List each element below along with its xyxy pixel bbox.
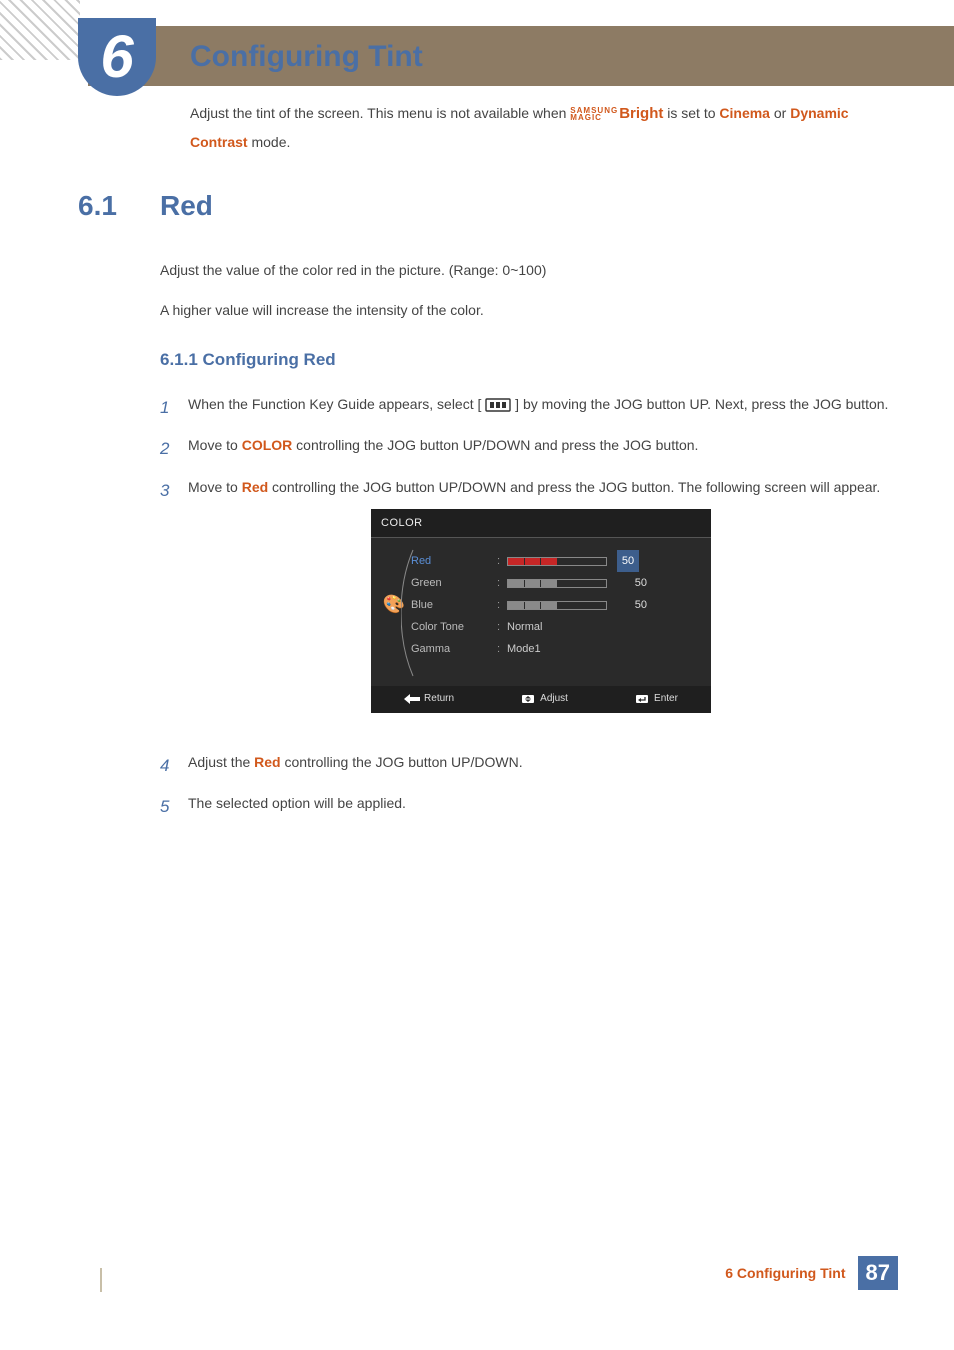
intro-text-prefix: Adjust the tint of the screen. This menu… [190,105,570,121]
osd-item-blue: Blue [411,594,497,616]
paragraph-2: A higher value will increase the intensi… [160,298,894,323]
intro-mid1: is set to [667,105,719,121]
section-number: 6.1 [78,190,117,222]
osd-values: : 50 : [497,550,699,660]
intro-mid2: or [774,105,790,121]
osd-item-colortone: Color Tone [411,616,497,638]
samsung-magic-label: SAMSUNG MAGIC [570,107,618,121]
step-number: 1 [160,392,188,423]
value-gamma: Mode1 [507,638,541,660]
step-number: 2 [160,433,188,464]
menu-icon [485,398,511,412]
red-keyword: Red [242,479,268,495]
corner-hatch-decoration [0,0,80,60]
step-1: 1 When the Function Key Guide appears, s… [160,392,894,423]
value-green: 50 [617,572,647,594]
step-2-text-b: controlling the JOG button UP/DOWN and p… [296,437,698,453]
step-3: 3 Move to Red controlling the JOG button… [160,475,894,727]
step-4-text-b: controlling the JOG button UP/DOWN. [285,754,523,770]
intro-suffix: mode. [251,134,290,150]
osd-item-gamma: Gamma [411,638,497,660]
osd-row-red: : 50 [497,550,699,572]
value-colortone: Normal [507,616,542,638]
steps-list: 1 When the Function Key Guide appears, s… [160,392,894,737]
osd-item-red: Red [411,550,497,572]
osd-screenshot: COLOR 🎨 Red Green Blue Color Tone Gamma [371,509,711,713]
slider-red [507,557,607,566]
step-5: 5 The selected option will be applied. [160,791,894,822]
page-footer: 6 Configuring Tint 87 [725,1256,898,1290]
step-1-text-a: When the Function Key Guide appears, sel… [188,396,481,412]
osd-row-green: : 50 [497,572,699,594]
osd-curve-decoration [401,548,423,678]
osd-title: COLOR [371,509,711,538]
enter-label: Enter [654,690,678,709]
slider-green [507,579,607,588]
step-4-text-a: Adjust the [188,754,254,770]
osd-footer-enter: Enter [634,690,678,709]
osd-labels: Red Green Blue Color Tone Gamma [411,550,497,660]
step-3-text-b: controlling the JOG button UP/DOWN and p… [272,479,880,495]
section-title: Red [160,190,213,222]
footer-rule [100,1268,102,1292]
step-2: 2 Move to COLOR controlling the JOG butt… [160,433,894,464]
osd-footer-adjust: Adjust [520,690,568,709]
step-number: 5 [160,791,188,822]
step-number: 3 [160,475,188,727]
adjust-label: Adjust [540,690,568,709]
enter-icon [634,694,650,704]
step-5-text: The selected option will be applied. [188,791,894,822]
steps-list-continued: 4 Adjust the Red controlling the JOG but… [160,750,894,833]
osd-item-green: Green [411,572,497,594]
value-red: 50 [617,550,639,572]
osd-row-tone: : Normal [497,616,699,638]
magic-text: MAGIC [570,114,618,121]
step-number: 4 [160,750,188,781]
step-1-text-b: ] by moving the JOG button UP. Next, pre… [515,396,888,412]
color-keyword: COLOR [242,437,293,453]
intro-paragraph: Adjust the tint of the screen. This menu… [190,100,894,155]
osd-icon-column: 🎨 [377,550,411,660]
updown-icon [520,694,536,704]
value-blue: 50 [617,594,647,616]
osd-footer-return: Return [404,690,454,709]
chapter-number-badge: 6 [78,18,156,96]
step-2-text-a: Move to [188,437,242,453]
osd-row-blue: : 50 [497,594,699,616]
return-label: Return [424,690,454,709]
step-3-text-a: Move to [188,479,242,495]
slider-blue [507,601,607,610]
chapter-title: Configuring Tint [190,40,423,74]
left-arrow-icon [404,694,420,704]
osd-row-gamma: : Mode1 [497,638,699,660]
red-keyword: Red [254,754,280,770]
osd-footer: Return Adjust Enter [371,686,711,713]
bright-label: Bright [619,105,663,122]
cinema-label: Cinema [719,105,770,121]
footer-chapter-label: 6 Configuring Tint [725,1265,845,1281]
step-4: 4 Adjust the Red controlling the JOG but… [160,750,894,781]
subsection-title: 6.1.1 Configuring Red [160,350,336,370]
paragraph-1: Adjust the value of the color red in the… [160,258,894,283]
footer-page-number: 87 [858,1256,898,1290]
